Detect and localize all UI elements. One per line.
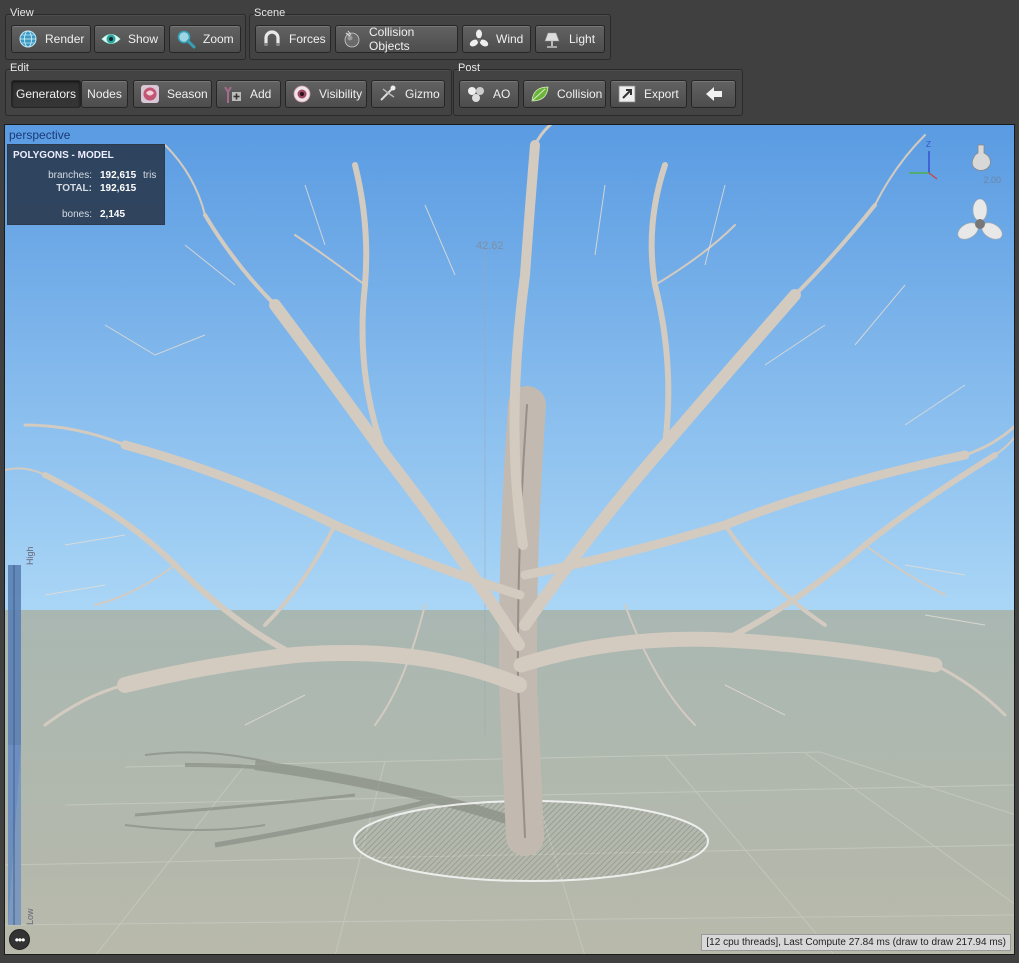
export-button[interactable]: Export (610, 80, 687, 108)
wind-fan-icon[interactable] (956, 198, 1004, 252)
render-button[interactable]: Render (11, 25, 91, 53)
season-icon (139, 83, 161, 105)
lod-slider[interactable] (8, 565, 21, 925)
ao-icon (465, 83, 487, 105)
forces-button[interactable]: Forces (255, 25, 331, 53)
export-icon (616, 83, 638, 105)
3d-viewport[interactable]: perspective POLYGONS - MODEL branches: 1… (4, 124, 1015, 955)
viewport-scene (5, 125, 1014, 954)
branches-value: 192,615 (100, 170, 137, 181)
camera-zoom-icon[interactable] (966, 143, 996, 178)
nodes-tab-label: Nodes (87, 87, 122, 101)
magnet-icon (261, 28, 283, 50)
collision-objects-button[interactable]: Collision Objects (335, 25, 458, 53)
nodes-tab[interactable]: Nodes (81, 80, 128, 108)
axis-z-label: Z (926, 140, 931, 149)
collision-button-label: Collision (557, 87, 603, 101)
view-group-label: View (10, 7, 34, 19)
add-icon (222, 83, 244, 105)
export-button-label: Export (644, 87, 679, 101)
show-button-label: Show (128, 32, 159, 46)
season-button-label: Season (167, 87, 208, 101)
ao-button-label: AO (493, 87, 511, 101)
generators-tab[interactable]: Generators (11, 80, 81, 108)
visibility-button[interactable]: Visibility (285, 80, 367, 108)
globe-icon (17, 28, 39, 50)
gizmo-icon (377, 83, 399, 105)
season-button[interactable]: Season (133, 80, 212, 108)
visibility-button-label: Visibility (319, 87, 363, 101)
more-options-button[interactable]: ••• (9, 929, 30, 950)
render-button-label: Render (45, 32, 85, 46)
status-bar: [12 cpu threads], Last Compute 27.84 ms … (701, 934, 1011, 951)
bones-label: bones: (61, 209, 92, 220)
collision-objects-button-label: Collision Objects (369, 25, 415, 53)
lamp-icon (541, 28, 563, 50)
zoom-button-label: Zoom (203, 32, 234, 46)
fan-icon (468, 28, 490, 50)
total-value: 192,615 (100, 183, 137, 194)
total-label: TOTAL: (56, 183, 92, 194)
wind-button[interactable]: Wind (462, 25, 531, 53)
show-button[interactable]: Show (94, 25, 165, 53)
back-arrow-icon (703, 83, 725, 105)
lod-high-label: High (25, 546, 35, 565)
forces-button-label: Forces (289, 32, 326, 46)
lod-low-label: Low (25, 908, 35, 925)
camera-label: perspective (9, 128, 71, 142)
back-button[interactable] (691, 80, 736, 108)
ao-button[interactable]: AO (459, 80, 519, 108)
polygon-stats-panel: POLYGONS - MODEL branches: 192,615 tris … (7, 144, 165, 225)
generators-tab-label: Generators (15, 87, 77, 101)
eyeball-icon (291, 83, 313, 105)
stats-title: POLYGONS - MODEL (13, 150, 114, 161)
add-button-label: Add (250, 87, 272, 101)
post-group-label: Post (458, 62, 481, 74)
branches-label: branches: (48, 170, 92, 181)
bones-value: 2,145 (100, 209, 126, 220)
collision-button[interactable]: Collision (523, 80, 606, 108)
magnifier-icon (175, 28, 197, 50)
sphere-icon (341, 28, 363, 50)
zoom-readout: 2.00 (983, 175, 1001, 185)
light-button[interactable]: Light (535, 25, 605, 53)
gizmo-button-label: Gizmo (405, 87, 440, 101)
light-button-label: Light (569, 32, 596, 46)
height-readout: 42.62 (476, 240, 504, 252)
gizmo-button[interactable]: Gizmo (371, 80, 445, 108)
edit-group-label: Edit (10, 62, 29, 74)
scene-group-label: Scene (254, 7, 286, 19)
zoom-button[interactable]: Zoom (169, 25, 241, 53)
branches-unit: tris (143, 170, 157, 181)
eye-icon (100, 28, 122, 50)
leaf-icon (529, 83, 551, 105)
wind-button-label: Wind (496, 32, 524, 46)
add-button[interactable]: Add (216, 80, 281, 108)
